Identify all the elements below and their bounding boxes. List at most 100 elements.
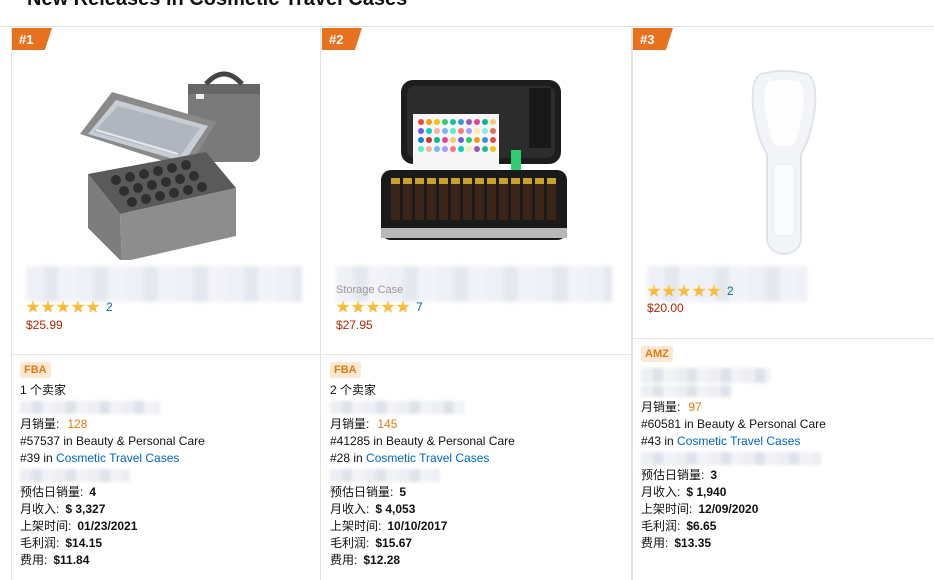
product-image-toiletry-bag[interactable] <box>66 64 266 260</box>
listed-date-row: 上架时间: 12/09/2020 <box>641 501 826 518</box>
listed-value: 01/23/2021 <box>77 519 138 533</box>
fees-row: 费用: $12.28 <box>330 552 515 569</box>
product-image-clear-case[interactable] <box>739 68 829 258</box>
gross-profit-value: $15.67 <box>375 536 413 550</box>
monthly-sales-label: 月销量: <box>641 400 681 414</box>
rating-count[interactable]: 7 <box>416 300 423 314</box>
product-title-blurred[interactable] <box>26 266 302 302</box>
product-card-1[interactable]: #1 2 $25.99 FBA 1 个卖家 月销量: 128 #57537 in… <box>11 28 321 580</box>
bsr-sub-prefix: #43 in <box>641 434 678 448</box>
price: $25.99 <box>26 318 63 332</box>
star-rating[interactable]: 2 <box>26 300 113 314</box>
star-rating[interactable]: 7 <box>336 300 423 314</box>
est-daily-label: 预估日销量: <box>20 485 84 499</box>
rating-count[interactable]: 2 <box>106 300 113 314</box>
listed-label: 上架时间: <box>641 502 693 516</box>
category-link[interactable]: Cosmetic Travel Cases <box>366 451 489 465</box>
star-icon <box>56 300 70 313</box>
blurred-field <box>641 385 731 397</box>
category-link[interactable]: Cosmetic Travel Cases <box>677 434 800 448</box>
monthly-sales-label: 月销量: <box>330 417 370 431</box>
product-title-peek[interactable]: Storage Case <box>336 284 403 296</box>
est-daily-value: 3 <box>710 468 718 482</box>
monthly-revenue-row: 月收入: $ 3,327 <box>20 501 205 518</box>
monthly-revenue-value: $ 3,327 <box>65 502 106 516</box>
star-icon <box>381 300 395 313</box>
bsr-sub: #43 in Cosmetic Travel Cases <box>641 433 826 450</box>
star-icon <box>707 284 721 297</box>
product-card-2[interactable]: #2 Storage Case 7 $27.95 FBA 2 个卖家 月销量: … <box>322 28 632 580</box>
seller-count: 1 个卖家 <box>20 383 67 397</box>
bsr-main: #41285 in Beauty & Personal Care <box>330 434 515 448</box>
divider <box>633 338 934 339</box>
est-daily-value: 4 <box>89 485 97 499</box>
bsr-main: #60581 in Beauty & Personal Care <box>641 417 826 431</box>
fulfillment-tag: AMZ <box>641 346 673 362</box>
star-icon <box>662 284 676 297</box>
rating-count[interactable]: 2 <box>727 284 734 298</box>
gross-profit-row: 毛利润: $14.15 <box>20 535 205 552</box>
star-icon <box>647 284 661 297</box>
fees-row: 费用: $13.35 <box>641 535 826 552</box>
fees-row: 费用: $11.84 <box>20 552 205 569</box>
gross-profit-row: 毛利润: $15.67 <box>330 535 515 552</box>
est-daily-sales-row: 预估日销量: 5 <box>330 484 515 501</box>
bsr-sub: #28 in Cosmetic Travel Cases <box>330 450 515 467</box>
listed-label: 上架时间: <box>330 519 382 533</box>
star-icon <box>336 300 350 313</box>
star-icon <box>86 300 100 313</box>
monthly-sales-value: 145 <box>377 417 398 431</box>
star-icon <box>677 284 691 297</box>
star-rating[interactable]: 2 <box>647 284 734 298</box>
blurred-field <box>330 401 465 414</box>
star-icon <box>71 300 85 313</box>
monthly-sales-row: 月销量: 97 <box>641 399 826 416</box>
fees-label: 费用: <box>641 536 669 550</box>
fulfillment-tag: FBA <box>20 362 51 378</box>
gross-profit-value: $6.65 <box>686 519 717 533</box>
blurred-field <box>330 469 440 482</box>
bsr-sub: #39 in Cosmetic Travel Cases <box>20 450 205 467</box>
fees-label: 费用: <box>20 553 48 567</box>
product-stats: 月销量: 97 #60581 in Beauty & Personal Care … <box>641 366 826 552</box>
page-header: New Releases in Cosmetic Travel Cases <box>0 0 934 27</box>
gross-profit-label: 毛利润: <box>641 519 681 533</box>
listed-label: 上架时间: <box>20 519 72 533</box>
monthly-revenue-label: 月收入: <box>641 485 681 499</box>
category-link[interactable]: Cosmetic Travel Cases <box>56 451 179 465</box>
est-daily-value: 5 <box>399 485 407 499</box>
monthly-revenue-value: $ 4,053 <box>375 502 416 516</box>
monthly-revenue-label: 月收入: <box>330 502 370 516</box>
rank-badge: #2 <box>322 28 362 50</box>
product-card-3[interactable]: #3 2 $20.00 AMZ 月销量: 97 #60581 in Beauty … <box>632 28 934 580</box>
product-stats: 1 个卖家 月销量: 128 #57537 in Beauty & Persona… <box>20 382 205 569</box>
fees-value: $11.84 <box>53 553 90 567</box>
price: $27.95 <box>336 318 373 332</box>
rank-badge: #1 <box>12 28 52 50</box>
star-icon <box>396 300 410 313</box>
est-daily-label: 预估日销量: <box>330 485 394 499</box>
product-stats: 2 个卖家 月销量: 145 #41285 in Beauty & Persona… <box>330 382 515 569</box>
monthly-revenue-value: $ 1,940 <box>686 485 727 499</box>
blurred-field <box>20 401 160 414</box>
bsr-main: #57537 in Beauty & Personal Care <box>20 434 205 448</box>
monthly-sales-value: 97 <box>688 400 702 414</box>
monthly-sales-row: 月销量: 128 <box>20 416 205 433</box>
blurred-field <box>641 368 771 383</box>
blurred-field <box>641 452 821 465</box>
product-image-oil-storage-case[interactable] <box>379 78 575 248</box>
rank-badge: #3 <box>633 28 673 50</box>
bsr-sub-prefix: #28 in <box>330 451 367 465</box>
price: $20.00 <box>647 301 684 315</box>
star-icon <box>366 300 380 313</box>
fulfillment-tag: FBA <box>330 362 361 378</box>
star-icon <box>41 300 55 313</box>
gross-profit-row: 毛利润: $6.65 <box>641 518 826 535</box>
fees-value: $13.35 <box>674 536 712 550</box>
monthly-sales-row: 月销量: 145 <box>330 416 515 433</box>
monthly-sales-label: 月销量: <box>20 417 60 431</box>
fees-value: $12.28 <box>363 553 401 567</box>
listed-date-row: 上架时间: 01/23/2021 <box>20 518 205 535</box>
page-title: New Releases in Cosmetic Travel Cases <box>27 0 407 11</box>
est-daily-label: 预估日销量: <box>641 468 705 482</box>
